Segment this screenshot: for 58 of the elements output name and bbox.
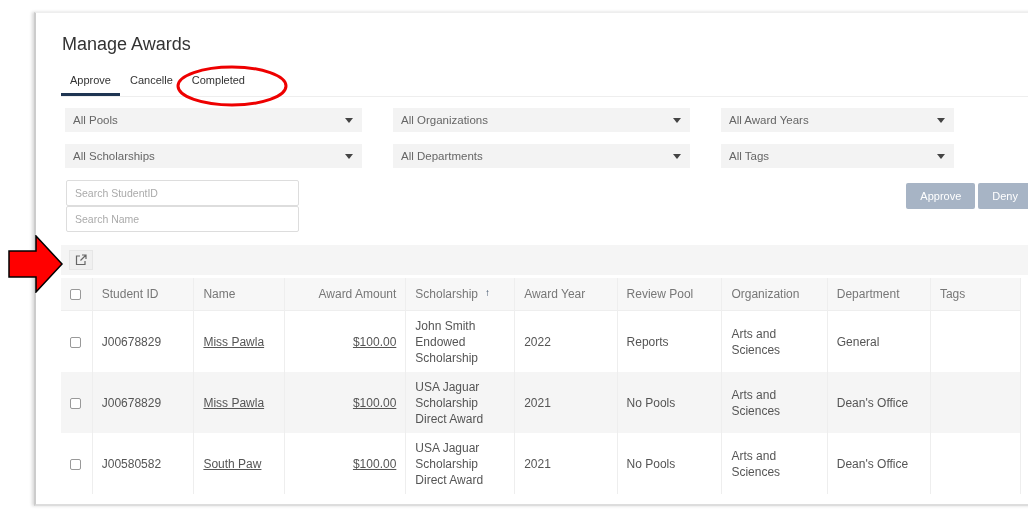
table-cell: USA Jaguar Scholarship Direct Award [415,440,484,487]
table-cell: Arts and Sciences [731,387,781,418]
filter-dropdown[interactable]: All Departments [393,144,690,168]
export-button[interactable] [69,250,93,270]
column-header[interactable]: Award Amount [284,278,406,311]
filter-dropdown[interactable]: All Award Years [721,108,954,132]
sort-ascending-icon: ↑ [485,287,491,298]
select-all-checkbox[interactable] [70,289,81,301]
column-header[interactable]: Award Year [514,278,618,311]
table-cell: Arts and Sciences [731,448,781,479]
table-cell: J00580582 [101,456,162,471]
table-cell: Dean's Office [836,456,909,471]
filter-dropdown[interactable]: All Organizations [393,108,690,132]
search-field[interactable]: Search Name [66,206,299,232]
table-link[interactable]: Miss Pawla [203,334,265,349]
column-header[interactable]: Scholarship ↑ [405,278,515,311]
row-checkbox[interactable] [70,336,81,348]
table-link[interactable]: South Paw [203,456,262,471]
table-cell: 2021 [524,395,551,410]
caret-icon [937,117,945,123]
table-link[interactable]: $100.00 [352,395,397,410]
tab[interactable]: Cancelle [121,72,182,96]
caret-icon [673,117,681,123]
table-cell: No Pools [626,456,676,471]
column-header[interactable]: Review Pool [617,278,722,311]
column-header[interactable]: Name [193,278,285,311]
page-title: Manage Awards [62,34,191,55]
filter-dropdown[interactable]: All Scholarships [65,144,362,168]
column-header[interactable]: Department [827,278,931,311]
table-cell: John Smith Endowed Scholarship [415,318,479,365]
table-cell: Reports [626,334,669,349]
tab[interactable]: Approve [61,72,120,96]
table-cell: J00678829 [101,395,162,410]
caret-icon [937,153,945,159]
caret-icon [345,153,353,159]
filter-dropdown[interactable]: All Pools [65,108,362,132]
table-cell: No Pools [626,395,676,410]
column-header[interactable]: Student ID [92,278,194,311]
column-header[interactable]: Tags [930,278,1021,311]
table-link[interactable]: Miss Pawla [203,395,265,410]
filter-dropdown[interactable]: All Tags [721,144,954,168]
caret-icon [345,117,353,123]
table-cell: 2022 [524,334,551,349]
table-cell: 2021 [524,456,551,471]
search-field[interactable]: Search StudentID [66,180,299,206]
column-header[interactable]: Organization [721,278,828,311]
table-cell: USA Jaguar Scholarship Direct Award [415,379,484,426]
row-checkbox[interactable] [70,458,81,470]
table-cell: J00678829 [101,334,162,349]
table-link[interactable]: $100.00 [352,456,397,471]
caret-icon [673,153,681,159]
table-cell: Dean's Office [836,395,909,410]
table-cell: Arts and Sciences [731,326,781,357]
table-link[interactable]: $100.00 [352,334,397,349]
table-cell: General [836,334,880,349]
annotation-arrow [8,235,64,293]
external-link-icon [75,254,87,266]
row-checkbox[interactable] [70,397,81,409]
